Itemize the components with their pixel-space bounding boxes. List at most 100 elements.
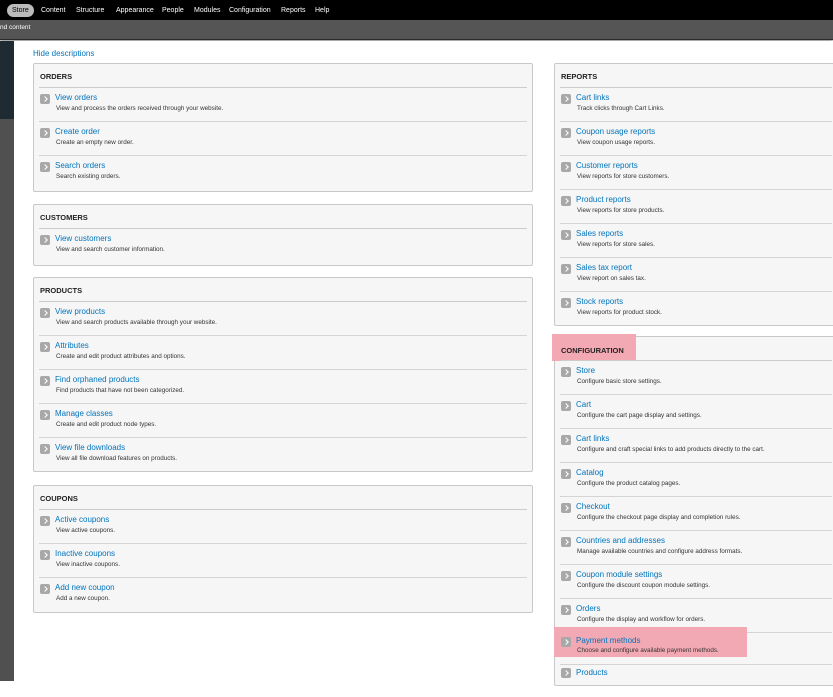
item-description: Configure and craft special links to add… (577, 446, 765, 453)
list-item: Payment methods Choose and configure ava… (554, 627, 833, 665)
list-item: Add new coupon Add a new coupon. (34, 578, 532, 612)
item-description: Configure basic store settings. (577, 378, 662, 385)
link-product-reports[interactable]: Product reports (576, 195, 631, 204)
link-create-order[interactable]: Create order (55, 127, 100, 136)
list-item: View orders View and process the orders … (34, 88, 532, 122)
chevron-right-icon (561, 196, 571, 206)
item-description: Find products that have not been categor… (56, 387, 185, 394)
link-store[interactable]: Store (576, 366, 595, 375)
item-description: Configure the product catalog pages. (577, 480, 681, 487)
chevron-right-icon (40, 516, 50, 526)
link-cart[interactable]: Cart (576, 400, 591, 409)
chevron-right-icon (561, 298, 571, 308)
item-description: View and search customer information. (56, 246, 165, 253)
chevron-right-icon (561, 94, 571, 104)
chevron-right-icon (40, 128, 50, 138)
list-item: Checkout Configure the checkout page dis… (555, 497, 833, 531)
list-item: Active coupons View active coupons. (34, 510, 532, 544)
chevron-right-icon (40, 550, 50, 560)
chevron-right-icon (561, 128, 571, 138)
link-find-orphaned-products[interactable]: Find orphaned products (55, 375, 140, 384)
list-item: Countries and addresses Manage available… (555, 531, 833, 565)
chevron-right-icon (561, 469, 571, 479)
link-attributes[interactable]: Attributes (55, 341, 89, 350)
panel-title: CONFIGURATION (561, 346, 624, 355)
link-cart-links-report[interactable]: Cart links (576, 93, 609, 102)
reports-panel: REPORTS Cart links Track clicks through … (554, 63, 833, 326)
list-item: View products View and search products a… (34, 302, 532, 336)
list-item: Cart Configure the cart page display and… (555, 395, 833, 429)
link-manage-classes[interactable]: Manage classes (55, 409, 113, 418)
item-description: View reports for product stock. (577, 309, 662, 316)
products-panel: PRODUCTS View products View and search p… (33, 277, 533, 472)
list-item: Sales tax report View report on sales ta… (555, 258, 833, 292)
toolbar-store[interactable]: Store (7, 4, 34, 17)
item-description: View reports for store sales. (577, 241, 655, 248)
list-item: View file downloads View all file downlo… (34, 438, 532, 472)
link-sales-reports[interactable]: Sales reports (576, 229, 623, 238)
item-description: View and search products available throu… (56, 319, 217, 326)
chevron-right-icon (561, 571, 571, 581)
link-customer-reports[interactable]: Customer reports (576, 161, 638, 170)
item-description: Create and edit product node types. (56, 421, 157, 428)
link-catalog[interactable]: Catalog (576, 468, 604, 477)
list-item: Attributes Create and edit product attri… (34, 336, 532, 370)
link-inactive-coupons[interactable]: Inactive coupons (55, 549, 115, 558)
link-sales-tax-report[interactable]: Sales tax report (576, 263, 632, 272)
list-item: Coupon module settings Configure the dis… (555, 565, 833, 599)
list-item: Search orders Search existing orders. (34, 156, 532, 190)
toolbar-help[interactable]: Help (315, 5, 329, 17)
item-description: Search existing orders. (56, 173, 121, 180)
item-description: Configure the discount coupon module set… (577, 582, 711, 589)
toolbar-configuration[interactable]: Configuration (229, 5, 271, 17)
item-description: Choose and configure available payment m… (577, 647, 719, 654)
hide-descriptions-link[interactable]: Hide descriptions (33, 49, 94, 58)
list-item: Manage classes Create and edit product n… (34, 404, 532, 438)
link-countries-and-addresses[interactable]: Countries and addresses (576, 536, 665, 545)
link-stock-reports[interactable]: Stock reports (576, 297, 623, 306)
link-payment-methods[interactable]: Payment methods (576, 636, 640, 645)
list-item: Catalog Configure the product catalog pa… (555, 463, 833, 497)
item-description: Configure the checkout page display and … (577, 514, 741, 521)
chevron-right-icon (561, 668, 571, 678)
toolbar-people[interactable]: People (162, 5, 184, 17)
item-description: Create and edit product attributes and o… (56, 353, 186, 360)
list-item: Create order Create an empty new order. (34, 122, 532, 156)
chevron-right-icon (561, 605, 571, 615)
shortcuts-bar: nd content (0, 20, 833, 40)
list-item: Cart links Configure and craft special l… (555, 429, 833, 463)
chevron-right-icon (561, 537, 571, 547)
link-view-file-downloads[interactable]: View file downloads (55, 443, 125, 452)
list-item: Cart links Track clicks through Cart Lin… (555, 88, 833, 122)
toolbar-content[interactable]: Content (41, 5, 66, 17)
item-description: View reports for store products. (577, 207, 665, 214)
item-description: View report on sales tax. (577, 275, 646, 282)
link-active-coupons[interactable]: Active coupons (55, 515, 109, 524)
left-edge (0, 41, 14, 681)
link-coupon-usage-reports[interactable]: Coupon usage reports (576, 127, 655, 136)
customers-panel: CUSTOMERS View customers View and search… (33, 204, 533, 266)
toolbar-appearance[interactable]: Appearance (116, 5, 154, 17)
link-view-orders[interactable]: View orders (55, 93, 97, 102)
link-coupon-module-settings[interactable]: Coupon module settings (576, 570, 662, 579)
orders-panel: ORDERS View orders View and process the … (33, 63, 533, 192)
link-search-orders[interactable]: Search orders (55, 161, 105, 170)
link-view-customers[interactable]: View customers (55, 234, 111, 243)
link-orders-config[interactable]: Orders (576, 604, 600, 613)
chevron-right-icon (561, 401, 571, 411)
link-cart-links[interactable]: Cart links (576, 434, 609, 443)
toolbar-structure[interactable]: Structure (76, 5, 104, 17)
chevron-right-icon (561, 162, 571, 172)
shortcut-add-content[interactable]: nd content (0, 24, 30, 31)
panel-title: REPORTS (561, 72, 598, 81)
panel-title: COUPONS (40, 494, 78, 503)
link-add-new-coupon[interactable]: Add new coupon (55, 583, 115, 592)
toolbar-reports[interactable]: Reports (281, 5, 306, 17)
chevron-right-icon (561, 367, 571, 377)
toolbar-modules[interactable]: Modules (194, 5, 220, 17)
link-checkout[interactable]: Checkout (576, 502, 610, 511)
link-view-products[interactable]: View products (55, 307, 105, 316)
link-products-config[interactable]: Products (576, 668, 608, 677)
list-item: Coupon usage reports View coupon usage r… (555, 122, 833, 156)
chevron-right-icon (40, 308, 50, 318)
